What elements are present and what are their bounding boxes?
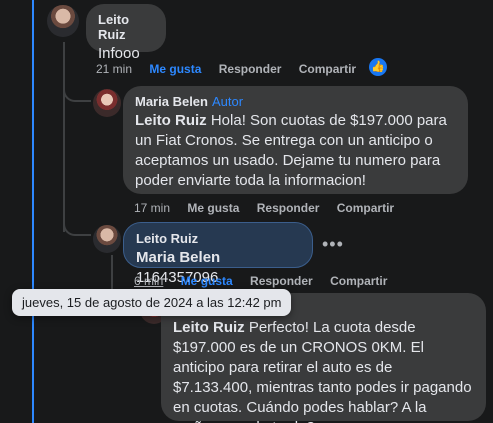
share-button[interactable]: Compartir [330,274,387,288]
comment-author[interactable]: Maria Belen [135,94,208,109]
comment-time[interactable]: 21 min [96,62,132,76]
comment-actions: 6 min Me gusta Responder Compartir [134,274,401,288]
share-button[interactable]: Compartir [299,62,356,76]
avatar[interactable] [93,225,121,253]
timestamp-tooltip: jueves, 15 de agosto de 2024 a las 12:42… [12,289,292,316]
reply-button[interactable]: Responder [219,62,282,76]
like-button[interactable]: Me gusta [181,274,233,288]
comment-time[interactable]: 6 min [134,274,163,288]
reply-button[interactable]: Responder [257,201,320,215]
comment-actions: 17 min Me gusta Responder Compartir [134,201,408,215]
more-dots-icon[interactable]: ••• [322,234,344,255]
comment-author[interactable]: Leito Ruiz [98,12,154,42]
comment-text: Leito Ruiz Hola! Son cuotas de $197.000 … [135,111,456,191]
avatar[interactable] [93,89,121,117]
thread-curve [63,210,91,236]
mention-link[interactable]: Leito Ruiz [173,319,245,336]
thread-indicator [32,0,34,423]
like-button[interactable]: Me gusta [187,201,239,215]
avatar[interactable] [47,5,79,37]
author-badge: Autor [211,94,244,109]
reply-button[interactable]: Responder [250,274,313,288]
like-button[interactable]: Me gusta [149,62,201,76]
comment-text: Infooo [98,45,140,62]
share-button[interactable]: Compartir [337,201,394,215]
comment-bubble: Leito Ruiz Infooo [86,4,166,62]
comment-author-line: Maria Belen Autor [135,94,456,109]
comment-bubble: Maria Belen Autor Leito Ruiz Hola! Son cu… [123,86,468,194]
thread-curve [63,76,91,102]
comment-time[interactable]: 17 min [134,201,170,215]
comment-bubble: Leito Ruiz Maria Belen 1164357096 [123,222,313,286]
comment-actions: 21 min Me gusta Responder Compartir [96,62,370,76]
mention-link[interactable]: Leito Ruiz [135,112,207,129]
comment-author[interactable]: Leito Ruiz [136,231,300,246]
thumbs-up-icon[interactable]: 👍 [369,58,387,76]
thread-line [63,42,65,232]
comment-text: Leito Ruiz Perfecto! La cuota desde $197… [173,318,474,423]
mention-link[interactable]: Maria Belen [136,249,220,266]
